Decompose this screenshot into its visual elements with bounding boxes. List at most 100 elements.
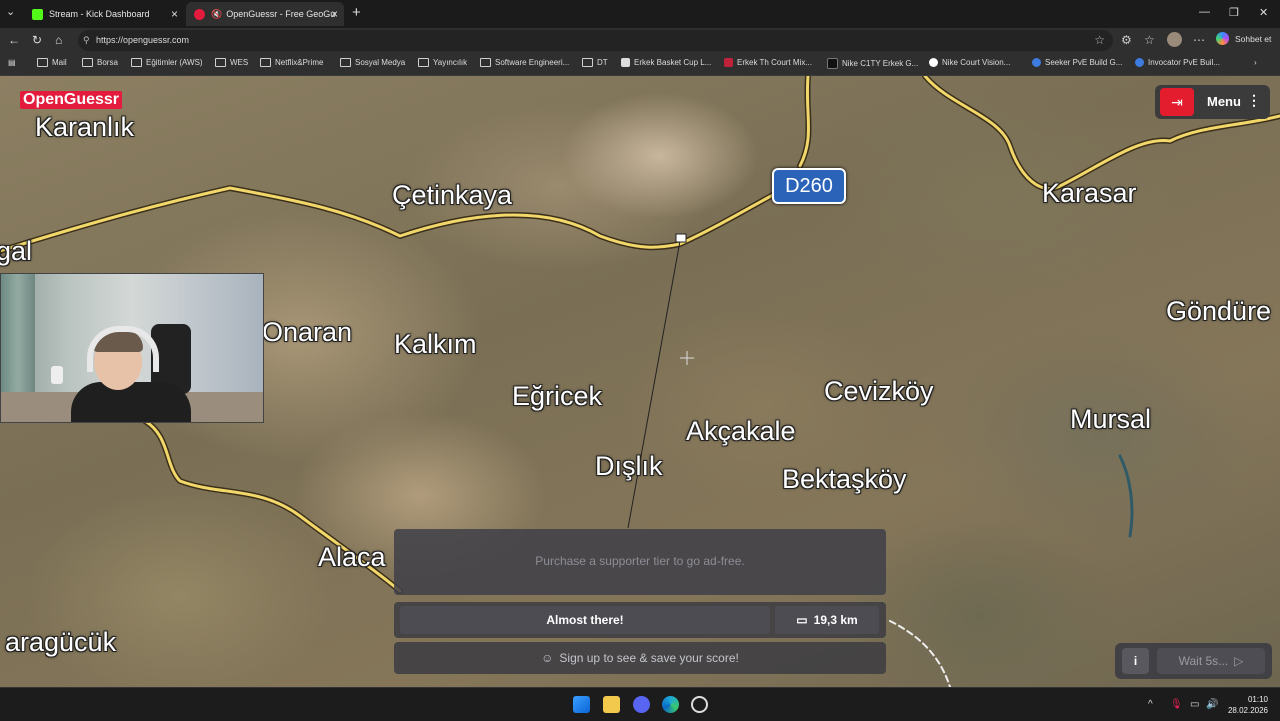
copilot-icon[interactable] (1216, 32, 1229, 45)
distance-badge: ▭ 19,3 km (775, 606, 879, 634)
back-arrow-icon[interactable]: ← (8, 33, 20, 47)
webcam-person-body (71, 382, 191, 422)
place-label: Kalkım (394, 329, 477, 359)
folder-icon (37, 58, 48, 67)
bookmark-folder[interactable]: Mail (37, 58, 67, 67)
restore-icon[interactable]: ❐ (1229, 6, 1239, 19)
next-round-panel: i Wait 5s... ▷ (1115, 643, 1272, 679)
site-favicon-icon (1032, 58, 1041, 67)
folder-icon (260, 58, 271, 67)
signup-label: Sign up to see & save your score! (559, 651, 739, 665)
site-favicon-icon (1135, 58, 1144, 67)
url-text: https://openguessr.com (96, 35, 190, 45)
bookmark-folder[interactable]: Software Engineeri... (480, 58, 569, 67)
bookmark-folder[interactable]: Netflix&Prime (260, 58, 323, 67)
tab-openguessr[interactable]: 🔇 OpenGuessr - Free GeoGuess × (186, 2, 344, 26)
bookmark-label: Sosyal Medya (355, 58, 406, 67)
road-sign-d260: D260 (772, 168, 846, 204)
place-label: gal (0, 236, 33, 266)
extensions-icon[interactable]: ⚙ (1121, 33, 1132, 47)
discord-icon[interactable] (633, 696, 650, 713)
exit-game-button[interactable]: ⇥ (1160, 88, 1194, 116)
bookmark-label: Mail (52, 58, 67, 67)
menu-button[interactable]: Menu (1207, 94, 1241, 109)
bookmark-site[interactable]: Erkek Th Court Mix... (724, 58, 812, 67)
bookmark-site[interactable]: Nike C1TY Erkek G... (827, 58, 918, 69)
tray-chevron-icon[interactable]: ^ (1148, 699, 1153, 710)
new-tab-plus-icon[interactable]: + (352, 4, 361, 21)
bookmark-site[interactable]: Nike Court Vision... (929, 58, 1010, 67)
place-label: Çetinkaya (392, 180, 513, 210)
favorite-star-icon[interactable]: ☆ (1094, 33, 1105, 47)
more-options-icon[interactable]: ⋯ (1193, 33, 1205, 47)
result-label: Almost there! (400, 606, 770, 634)
menu-panel: ⇥ Menu ⋮ (1155, 85, 1270, 119)
bookmark-folder[interactable]: Yayıncılık (418, 58, 467, 67)
favorites-icon[interactable]: ☆ (1144, 33, 1155, 47)
minimize-icon[interactable]: — (1199, 6, 1210, 18)
bookmark-folder[interactable]: Borsa (82, 58, 118, 67)
bookmark-folder[interactable]: Sosyal Medya (340, 58, 405, 67)
bookmark-label: Erkek Th Court Mix... (737, 58, 812, 67)
site-info-icon[interactable]: ⚲ (83, 35, 90, 46)
bookmark-folder[interactable]: WES (215, 58, 248, 67)
site-favicon-icon (827, 58, 838, 69)
bookmark-label: Netflix&Prime (275, 58, 324, 67)
muted-speaker-icon[interactable]: 🔇 (211, 9, 222, 20)
place-label: Mursal (1070, 404, 1152, 434)
place-label: Göndüre (1166, 296, 1272, 326)
bookmarks-overflow-chevron-icon[interactable]: › (1254, 58, 1257, 67)
bookmark-site[interactable]: Seeker PvE Build G... (1032, 58, 1122, 67)
tab-kick-dashboard[interactable]: Stream - Kick Dashboard × (24, 2, 184, 26)
folder-icon (340, 58, 351, 67)
webcam-overlay (0, 273, 264, 423)
bookmark-site[interactable]: Erkek Basket Cup L... (621, 58, 711, 67)
folder-icon (480, 58, 491, 67)
tab-list-chevron-icon[interactable]: ⌄ (6, 5, 15, 18)
bookmarks-menu-icon[interactable]: ▤ (8, 58, 16, 67)
kick-favicon-icon (32, 8, 43, 20)
bookmark-label: Erkek Basket Cup L... (634, 58, 712, 67)
bookmark-folder[interactable]: Eğitimler (AWS) (131, 58, 203, 67)
info-button[interactable]: i (1122, 648, 1149, 674)
volume-icon[interactable]: 🔊 (1206, 699, 1218, 710)
tab-bar: ⌄ Stream - Kick Dashboard × 🔇 OpenGuessr… (0, 0, 1280, 28)
signup-button[interactable]: ☺ Sign up to see & save your score! (394, 642, 886, 674)
next-round-button[interactable]: Wait 5s... ▷ (1157, 648, 1265, 674)
menu-dots-icon[interactable]: ⋮ (1247, 92, 1261, 109)
display-icon[interactable]: ▭ (1190, 699, 1199, 710)
bookmark-label: Invocator PvE Buil... (1148, 58, 1221, 67)
play-triangle-icon: ▷ (1234, 654, 1244, 668)
refresh-icon[interactable]: ↻ (32, 33, 42, 47)
url-field[interactable]: ⚲ https://openguessr.com ☆ (78, 30, 1113, 51)
bookmarks-bar: ▤ Mail Borsa Eğitimler (AWS) WES Netflix… (0, 53, 1280, 76)
close-tab-icon[interactable]: × (331, 7, 338, 21)
place-label: Akçakale (686, 416, 796, 446)
satellite-map[interactable]: OpenGuessr D260 Karanlık Çetinkaya Karas… (0, 76, 1280, 687)
microphone-icon[interactable]: 🎙 (1170, 699, 1183, 710)
windows-start-icon[interactable] (573, 696, 590, 713)
clock-date: 28.02.2026 (1227, 706, 1268, 715)
chat-button[interactable]: Sohbet et (1235, 34, 1271, 44)
close-tab-icon[interactable]: × (171, 7, 178, 21)
ruler-icon: ▭ (796, 613, 808, 627)
openguessr-logo[interactable]: OpenGuessr (20, 91, 123, 109)
file-explorer-icon[interactable] (603, 696, 620, 713)
edge-browser-icon[interactable] (662, 696, 679, 713)
info-icon: i (1133, 654, 1138, 668)
close-window-icon[interactable]: ✕ (1259, 6, 1268, 19)
place-label: Onaran (262, 317, 353, 347)
home-icon[interactable]: ⌂ (55, 33, 62, 47)
profile-avatar[interactable] (1167, 32, 1182, 47)
address-bar-row: ← ↻ ⌂ ⚲ https://openguessr.com ☆ ⚙ ☆ ⋯ S… (0, 28, 1280, 53)
taskbar-clock[interactable]: 01:10 28.02.2026 (1226, 694, 1268, 716)
place-label: aragücük (5, 627, 117, 657)
bookmark-site[interactable]: Invocator PvE Buil... (1135, 58, 1220, 67)
folder-icon (582, 58, 593, 67)
bookmark-label: Seeker PvE Build G... (1045, 58, 1123, 67)
folder-icon (131, 58, 142, 67)
ad-banner[interactable]: Purchase a supporter tier to go ad-free. (394, 529, 886, 595)
obs-icon[interactable] (691, 696, 708, 713)
bookmark-folder[interactable]: DT (582, 58, 608, 67)
exit-arrow-icon: ⇥ (1171, 93, 1183, 110)
